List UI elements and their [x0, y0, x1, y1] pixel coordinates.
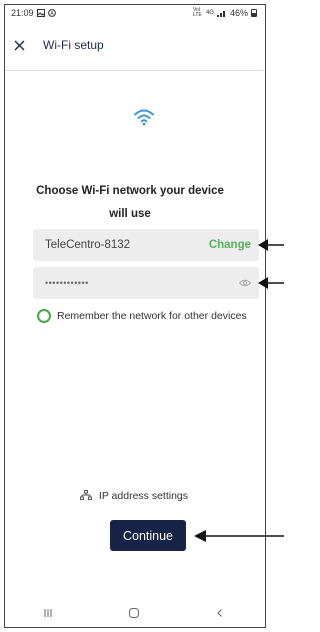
remember-network-option[interactable]: Remember the network for other devices: [37, 309, 247, 323]
recent-apps-button[interactable]: [28, 603, 68, 623]
app-bar: Wi-Fi setup: [5, 28, 263, 62]
back-button[interactable]: [200, 603, 240, 623]
wifi-icon: [134, 109, 154, 126]
change-network-button[interactable]: Change: [209, 239, 251, 251]
gallery-notification-icon: [36, 9, 45, 17]
password-value: ••••••••••••: [45, 278, 89, 288]
ip-settings-label: IP address settings: [98, 490, 189, 502]
page-title: Wi-Fi setup: [43, 38, 104, 52]
instruction-heading: Choose Wi-Fi network your device will us…: [30, 180, 230, 226]
remember-radio-button[interactable]: [37, 309, 51, 323]
network-name: TeleCentro-8132: [45, 239, 131, 251]
close-icon: [14, 40, 24, 50]
app-bar-divider: [5, 70, 263, 71]
android-nav-bar: [5, 602, 263, 624]
battery-percent: 46%: [229, 8, 248, 18]
network-field[interactable]: TeleCentro-8132 Change: [33, 229, 259, 261]
close-button[interactable]: [5, 28, 33, 62]
network-type-label: 4G: [205, 10, 214, 16]
signal-icon: [216, 11, 225, 17]
status-right: Vol LTE 4G 46%: [193, 8, 257, 18]
battery-icon: [251, 9, 257, 17]
continue-button[interactable]: Continue: [110, 520, 186, 551]
password-field[interactable]: ••••••••••••: [33, 267, 259, 299]
location-notification-icon: A: [47, 9, 56, 17]
home-icon: [129, 608, 139, 618]
heading-line-1: Choose Wi-Fi network your device: [36, 185, 224, 197]
annotation-arrow-network: [258, 239, 284, 251]
recent-apps-icon: [44, 609, 52, 617]
network-settings-icon: [80, 490, 92, 500]
status-left: 21:09 A: [11, 8, 56, 18]
ip-address-settings-link[interactable]: IP address settings: [0, 490, 268, 502]
remember-label: Remember the network for other devices: [57, 310, 247, 322]
status-time: 21:09: [11, 8, 34, 18]
status-bar: 21:09 A Vol LTE 4G 46%: [5, 6, 263, 22]
annotation-arrow-continue: [194, 530, 284, 542]
volte-label: Vol LTE: [192, 7, 202, 18]
home-button[interactable]: [114, 603, 154, 623]
annotation-arrow-password: [258, 277, 284, 289]
back-icon: [217, 609, 222, 617]
heading-line-2: will use: [109, 208, 151, 220]
show-password-eye-icon[interactable]: [239, 279, 251, 287]
